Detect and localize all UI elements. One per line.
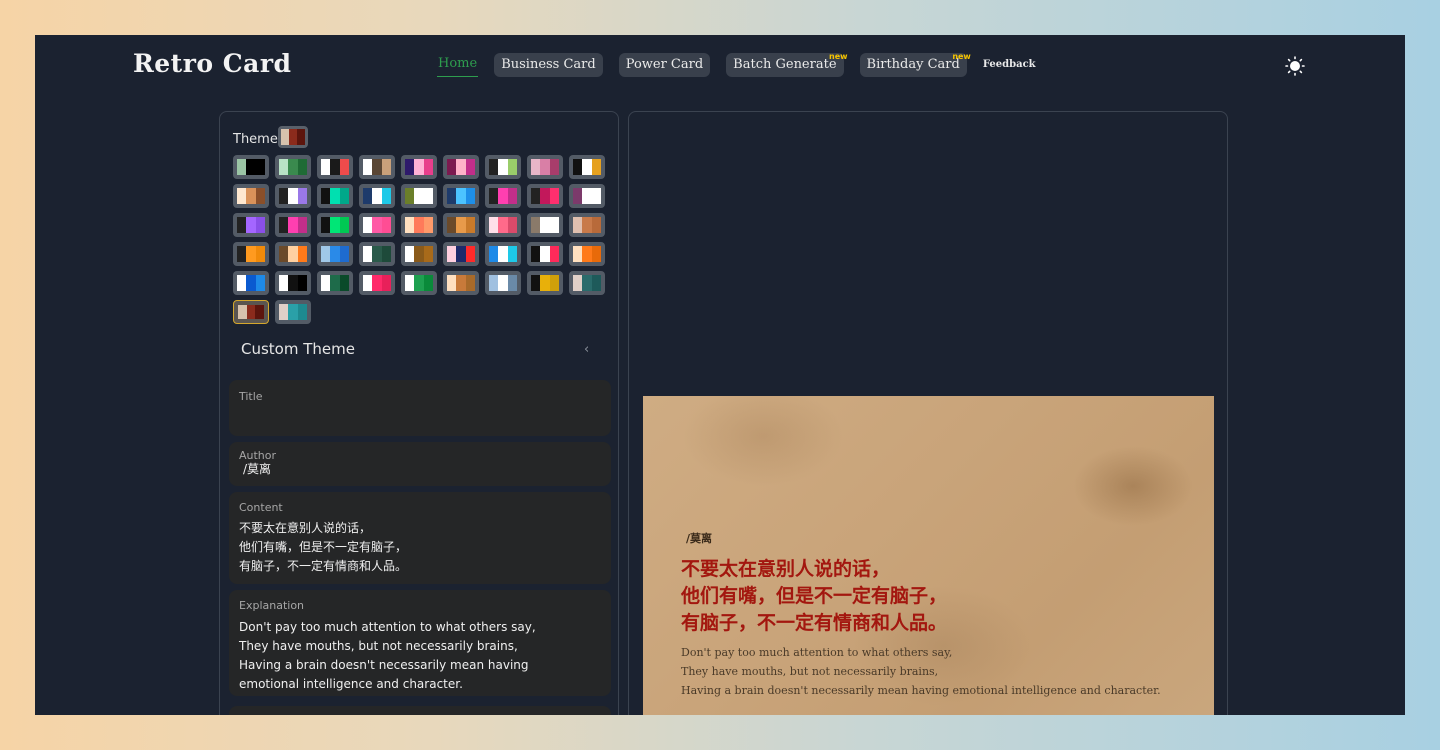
nav-batch-generate[interactable]: Batch Generate new <box>726 52 848 77</box>
theme-swatch[interactable] <box>317 184 353 208</box>
theme-swatch[interactable] <box>401 184 437 208</box>
theme-swatch[interactable] <box>233 155 269 179</box>
theme-swatch[interactable] <box>527 184 563 208</box>
nav-batch-generate-label: Batch Generate <box>733 57 837 72</box>
theme-swatch[interactable] <box>401 242 437 266</box>
content-label: Content <box>239 501 283 514</box>
title-label: Title <box>239 390 263 403</box>
theme-swatch[interactable] <box>485 213 521 237</box>
theme-swatch[interactable] <box>443 155 479 179</box>
theme-label: Theme <box>233 132 278 147</box>
card-content: 不要太在意别人说的话， 他们有嘴，但是不一定有脑子， 有脑子，不一定有情商和人品… <box>681 558 948 634</box>
nav-birthday-card-label: Birthday Card <box>866 57 960 72</box>
preview-panel: /莫离 不要太在意别人说的话， 他们有嘴，但是不一定有脑子， 有脑子，不一定有情… <box>628 111 1228 715</box>
theme-swatch[interactable] <box>485 271 521 295</box>
theme-swatch[interactable] <box>443 213 479 237</box>
explanation-value: Don't pay too much attention to what oth… <box>239 620 536 691</box>
nav-business-card-label: Business Card <box>501 57 596 72</box>
theme-swatch[interactable] <box>527 242 563 266</box>
theme-swatch[interactable] <box>401 155 437 179</box>
nav-business-card[interactable]: Business Card <box>494 53 603 77</box>
explanation-field[interactable]: Explanation Don't pay too much attention… <box>229 590 611 696</box>
theme-swatch[interactable] <box>317 213 353 237</box>
content-value: 不要太在意别人说的话， 他们有嘴，但是不一定有脑子， 有脑子，不一定有情商和人品… <box>239 521 408 573</box>
theme-swatch[interactable] <box>359 271 395 295</box>
theme-swatch[interactable] <box>569 155 605 179</box>
nav-power-card[interactable]: Power Card <box>618 53 711 77</box>
chevron-left-icon[interactable]: ‹ <box>584 342 589 357</box>
current-theme-swatch[interactable] <box>278 126 308 148</box>
author-value: /莫离 <box>243 462 272 476</box>
theme-swatch[interactable] <box>275 242 311 266</box>
theme-swatch[interactable] <box>485 155 521 179</box>
explanation-label: Explanation <box>239 599 305 612</box>
theme-swatch[interactable] <box>275 271 311 295</box>
theme-swatch[interactable] <box>485 242 521 266</box>
theme-swatch[interactable] <box>569 242 605 266</box>
theme-swatch[interactable] <box>443 242 479 266</box>
theme-swatch[interactable] <box>443 184 479 208</box>
nav-home[interactable]: Home <box>437 53 479 77</box>
sun-icon[interactable] <box>1285 56 1305 76</box>
theme-swatch[interactable] <box>317 242 353 266</box>
theme-swatch[interactable] <box>401 271 437 295</box>
theme-swatch[interactable] <box>359 155 395 179</box>
theme-swatch[interactable] <box>359 242 395 266</box>
theme-swatch[interactable] <box>359 184 395 208</box>
next-field[interactable] <box>229 706 611 715</box>
theme-swatch[interactable] <box>317 271 353 295</box>
card-explanation: Don't pay too much attention to what oth… <box>681 646 1161 697</box>
theme-swatch[interactable] <box>401 213 437 237</box>
app-logo[interactable]: Retro Card <box>133 49 292 78</box>
theme-swatch[interactable] <box>443 271 479 295</box>
theme-swatch[interactable] <box>233 184 269 208</box>
retro-card-preview: /莫离 不要太在意别人说的话， 他们有嘴，但是不一定有脑子， 有脑子，不一定有情… <box>643 396 1214 715</box>
nav-birthday-card[interactable]: Birthday Card new <box>859 52 971 77</box>
theme-swatch[interactable] <box>569 184 605 208</box>
theme-swatch[interactable] <box>317 155 353 179</box>
theme-swatch[interactable] <box>275 300 311 324</box>
theme-swatch[interactable] <box>233 300 269 324</box>
theme-swatch[interactable] <box>527 155 563 179</box>
nav-home-label: Home <box>438 56 478 71</box>
theme-swatch[interactable] <box>233 271 269 295</box>
custom-theme-toggle[interactable]: Custom Theme <box>241 340 355 358</box>
theme-swatch[interactable] <box>233 213 269 237</box>
theme-swatch[interactable] <box>275 213 311 237</box>
theme-swatch[interactable] <box>569 271 605 295</box>
settings-panel: Theme Custom Theme ‹ Title Author /莫离 Co… <box>219 111 619 715</box>
theme-swatch[interactable] <box>527 271 563 295</box>
theme-swatch[interactable] <box>233 242 269 266</box>
nav-feedback[interactable]: Feedback <box>983 53 1036 77</box>
card-author: /莫离 <box>686 532 713 545</box>
nav-feedback-label: Feedback <box>982 59 1036 70</box>
theme-swatch[interactable] <box>275 184 311 208</box>
theme-swatch[interactable] <box>275 155 311 179</box>
new-badge: new <box>829 52 848 61</box>
app-window: Retro Card Home Business Card Power Card… <box>35 35 1405 715</box>
title-field[interactable]: Title <box>229 380 611 436</box>
content-field[interactable]: Content 不要太在意别人说的话， 他们有嘴，但是不一定有脑子， 有脑子，不… <box>229 492 611 584</box>
top-nav: Home Business Card Power Card Batch Gene… <box>430 52 1052 77</box>
author-field[interactable]: Author /莫离 <box>229 442 611 486</box>
nav-power-card-label: Power Card <box>625 57 704 72</box>
theme-swatch[interactable] <box>359 213 395 237</box>
new-badge: new <box>952 52 971 61</box>
theme-swatch[interactable] <box>569 213 605 237</box>
theme-swatch[interactable] <box>527 213 563 237</box>
theme-swatch[interactable] <box>485 184 521 208</box>
